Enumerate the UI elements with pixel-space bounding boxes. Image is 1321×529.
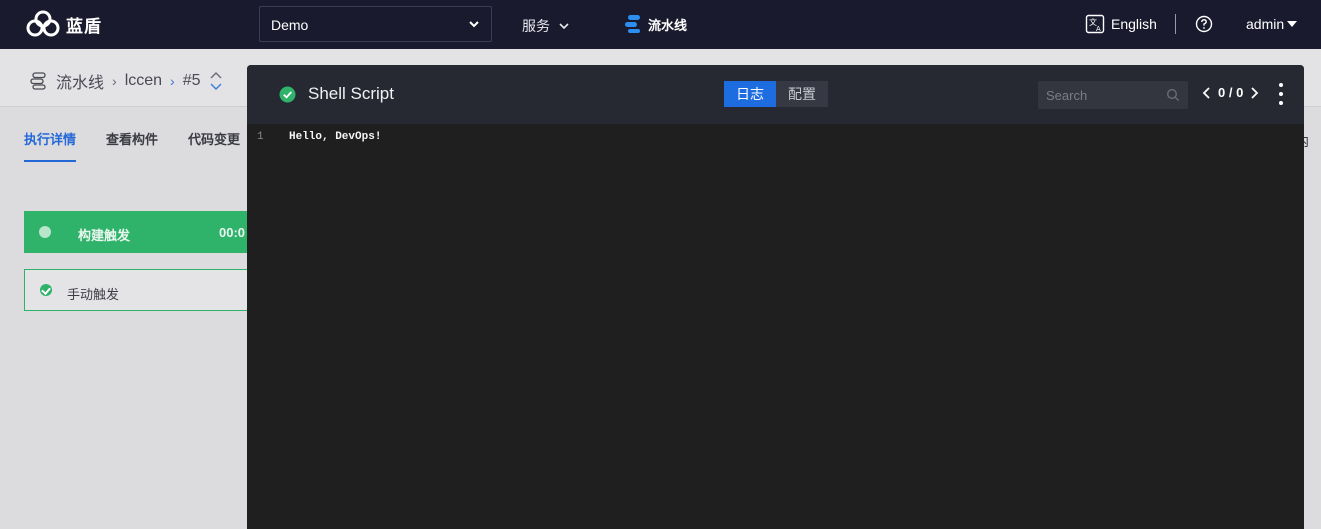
project-select-value: Demo: [271, 17, 309, 33]
log-search-input[interactable]: [1038, 81, 1160, 109]
chevron-left-icon[interactable]: [1202, 86, 1212, 100]
nav-services-menu[interactable]: 服务: [522, 16, 570, 36]
tab-artifacts[interactable]: 查看构件: [106, 129, 158, 148]
caret-down-icon: [1287, 21, 1298, 27]
log-panel-title: Shell Script: [308, 84, 394, 103]
log-search-box: [1038, 81, 1188, 109]
chevron-right-icon[interactable]: [1249, 86, 1259, 100]
success-check-icon: [279, 86, 296, 102]
switch-build-icon[interactable]: [209, 70, 223, 92]
step-name: 手动触发: [67, 287, 120, 302]
search-result-pager: 0 / 0: [1202, 85, 1259, 100]
user-name: admin: [1246, 16, 1285, 32]
translate-icon: 文 A: [1085, 14, 1105, 34]
stage-time: 00:0: [219, 225, 246, 240]
project-select[interactable]: Demo: [259, 6, 492, 42]
nav-services-label: 服务: [522, 18, 550, 34]
user-menu[interactable]: admin: [1246, 16, 1298, 32]
log-panel-title-group: Shell Script: [279, 84, 394, 104]
pipeline-icon: [30, 72, 46, 90]
search-result-count: 0 / 0: [1218, 85, 1244, 100]
tab-log[interactable]: 日志: [724, 81, 776, 107]
step-card[interactable]: 手动触发: [24, 269, 264, 311]
top-navbar: 蓝盾 Demo 服务 流水线 文 A English admin: [0, 0, 1321, 49]
success-check-icon: [40, 284, 52, 296]
log-line-number: 1: [257, 131, 264, 143]
breadcrumb-item-build-number: #5: [182, 72, 201, 89]
logo[interactable]: 蓝盾: [26, 10, 102, 38]
stage-name: 构建触发: [78, 228, 131, 243]
chevron-down-icon: [469, 21, 479, 28]
pipeline-icon: [625, 15, 640, 33]
log-panel: Shell Script 日志 配置 0 / 0: [247, 65, 1304, 529]
nav-pipeline-label: 流水线: [648, 17, 688, 33]
search-icon[interactable]: [1166, 88, 1180, 102]
detail-tabs: 执行详情 查看构件 代码变更: [24, 129, 240, 162]
tab-execution-detail[interactable]: 执行详情: [24, 129, 77, 162]
chevron-down-icon: [559, 23, 569, 30]
tab-code-changes[interactable]: 代码变更: [188, 129, 240, 148]
log-panel-header: Shell Script 日志 配置 0 / 0: [247, 65, 1304, 124]
nav-divider: [1175, 14, 1176, 34]
nav-pipeline-link[interactable]: 流水线: [624, 14, 687, 34]
chevron-right-icon: ›: [170, 73, 175, 89]
logo-text: 蓝盾: [66, 16, 102, 36]
breadcrumb-item-pipelines[interactable]: 流水线: [56, 69, 104, 93]
breadcrumb-item-pipeline-name[interactable]: lccen: [125, 72, 162, 90]
log-line-text: Hello, DevOps!: [289, 131, 382, 143]
tab-config[interactable]: 配置: [776, 81, 828, 107]
language-switcher[interactable]: 文 A English: [1085, 14, 1157, 34]
stage-card[interactable]: 构建触发 00:0: [24, 211, 264, 253]
log-config-toggle: 日志 配置: [724, 81, 828, 107]
log-line: 1 Hello, DevOps!: [247, 131, 381, 143]
help-icon[interactable]: [1195, 15, 1213, 33]
language-label: English: [1111, 16, 1157, 32]
stage-status-icon: [39, 226, 51, 238]
log-output[interactable]: 1 Hello, DevOps!: [247, 124, 1304, 529]
svg-text:A: A: [1096, 26, 1101, 33]
bluekings-logo-icon: [26, 10, 60, 37]
chevron-right-icon: ›: [112, 73, 117, 89]
more-options-icon[interactable]: [1276, 83, 1286, 105]
